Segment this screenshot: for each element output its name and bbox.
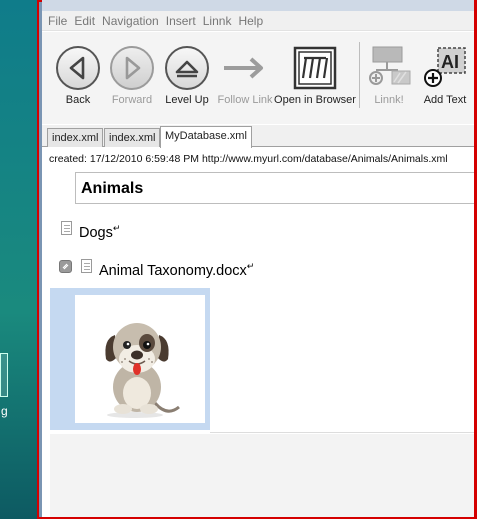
follow-link-arrow-icon [221, 46, 269, 90]
follow-link-label: Follow Link [217, 94, 273, 106]
desktop-icon-selection[interactable] [0, 353, 8, 397]
content-divider [210, 432, 474, 433]
menu-help[interactable]: Help [238, 14, 263, 28]
forward-label: Forward [111, 94, 153, 106]
add-text-label: Add Text [423, 94, 467, 106]
level-up-label: Level Up [165, 94, 209, 106]
desktop-background: g [0, 0, 42, 519]
linnk-label: Linnk! [374, 94, 404, 106]
page-title[interactable]: Animals [75, 172, 474, 204]
return-mark-icon: ↵ [246, 261, 255, 271]
content-empty-area [50, 434, 474, 517]
tab-index-xml-2[interactable]: index.xml [104, 128, 161, 147]
return-mark-icon: ↵ [112, 223, 121, 233]
document-tabs: index.xml index.xml MyDatabase.xml [42, 125, 474, 148]
add-text-button[interactable]: AI Add Text [419, 46, 471, 106]
menu-file[interactable]: File [48, 14, 67, 28]
document-icon [81, 259, 92, 273]
level-up-icon [165, 46, 209, 90]
entry-dogs-label: Dogs [79, 224, 113, 241]
back-arrow-icon [56, 46, 100, 90]
menu-insert[interactable]: Insert [166, 14, 196, 28]
menu-navigation[interactable]: Navigation [102, 14, 159, 28]
tab-index-xml-1[interactable]: index.xml [47, 128, 104, 147]
linnk-button[interactable]: Linnk! [363, 46, 415, 106]
toolbar-separator [359, 42, 360, 108]
entry-animal-taxonomy[interactable]: Animal Taxonomy.docx↵ [99, 261, 254, 279]
svg-text:AI: AI [441, 52, 459, 72]
desktop-icon-label: g [1, 404, 8, 418]
linnk-icon [364, 46, 414, 90]
follow-link-button[interactable]: Follow Link [217, 46, 273, 106]
entry-animal-taxonomy-label: Animal Taxonomy.docx [99, 262, 247, 279]
toolbar: Back Forward Level Up Follow Link Open i… [42, 32, 474, 124]
open-in-browser-label: Open in Browser [274, 94, 356, 106]
dog-cartoon-image[interactable] [75, 295, 205, 423]
browser-icon [293, 46, 337, 90]
image-selection[interactable] [50, 288, 210, 430]
menu-bar: File Edit Navigation Insert Linnk Help [42, 11, 474, 31]
menu-linnk[interactable]: Linnk [203, 14, 232, 28]
forward-arrow-icon [110, 46, 154, 90]
document-icon [61, 221, 72, 235]
forward-button[interactable]: Forward [110, 46, 154, 106]
back-button[interactable]: Back [56, 46, 100, 106]
attachment-icon[interactable] [59, 260, 72, 273]
document-content: created: 17/12/2010 6:59:48 PM http://ww… [42, 148, 474, 517]
window-title-strip [42, 0, 474, 11]
level-up-button[interactable]: Level Up [164, 46, 210, 106]
add-text-icon: AI [421, 46, 469, 90]
entry-dogs[interactable]: Dogs↵ [79, 223, 120, 241]
created-info: created: 17/12/2010 6:59:48 PM http://ww… [49, 153, 448, 165]
open-in-browser-button[interactable]: Open in Browser [274, 46, 356, 106]
back-label: Back [65, 94, 91, 106]
menu-edit[interactable]: Edit [74, 14, 95, 28]
tab-mydatabase-xml[interactable]: MyDatabase.xml [160, 126, 252, 148]
